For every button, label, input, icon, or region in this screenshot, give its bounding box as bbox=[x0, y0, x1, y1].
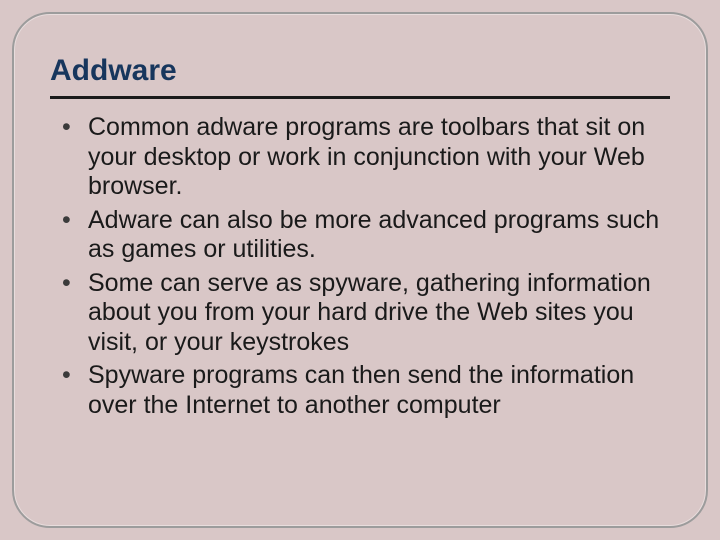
list-item: Spyware programs can then send the infor… bbox=[56, 361, 664, 420]
bullet-list: Common adware programs are toolbars that… bbox=[50, 113, 670, 420]
list-item: Adware can also be more advanced program… bbox=[56, 206, 664, 265]
title-rule bbox=[50, 96, 670, 99]
slide-title: Addware bbox=[50, 54, 670, 90]
slide-frame: Addware Common adware programs are toolb… bbox=[12, 12, 708, 528]
slide: Addware Common adware programs are toolb… bbox=[0, 0, 720, 540]
list-item: Common adware programs are toolbars that… bbox=[56, 113, 664, 202]
list-item: Some can serve as spyware, gathering inf… bbox=[56, 269, 664, 358]
